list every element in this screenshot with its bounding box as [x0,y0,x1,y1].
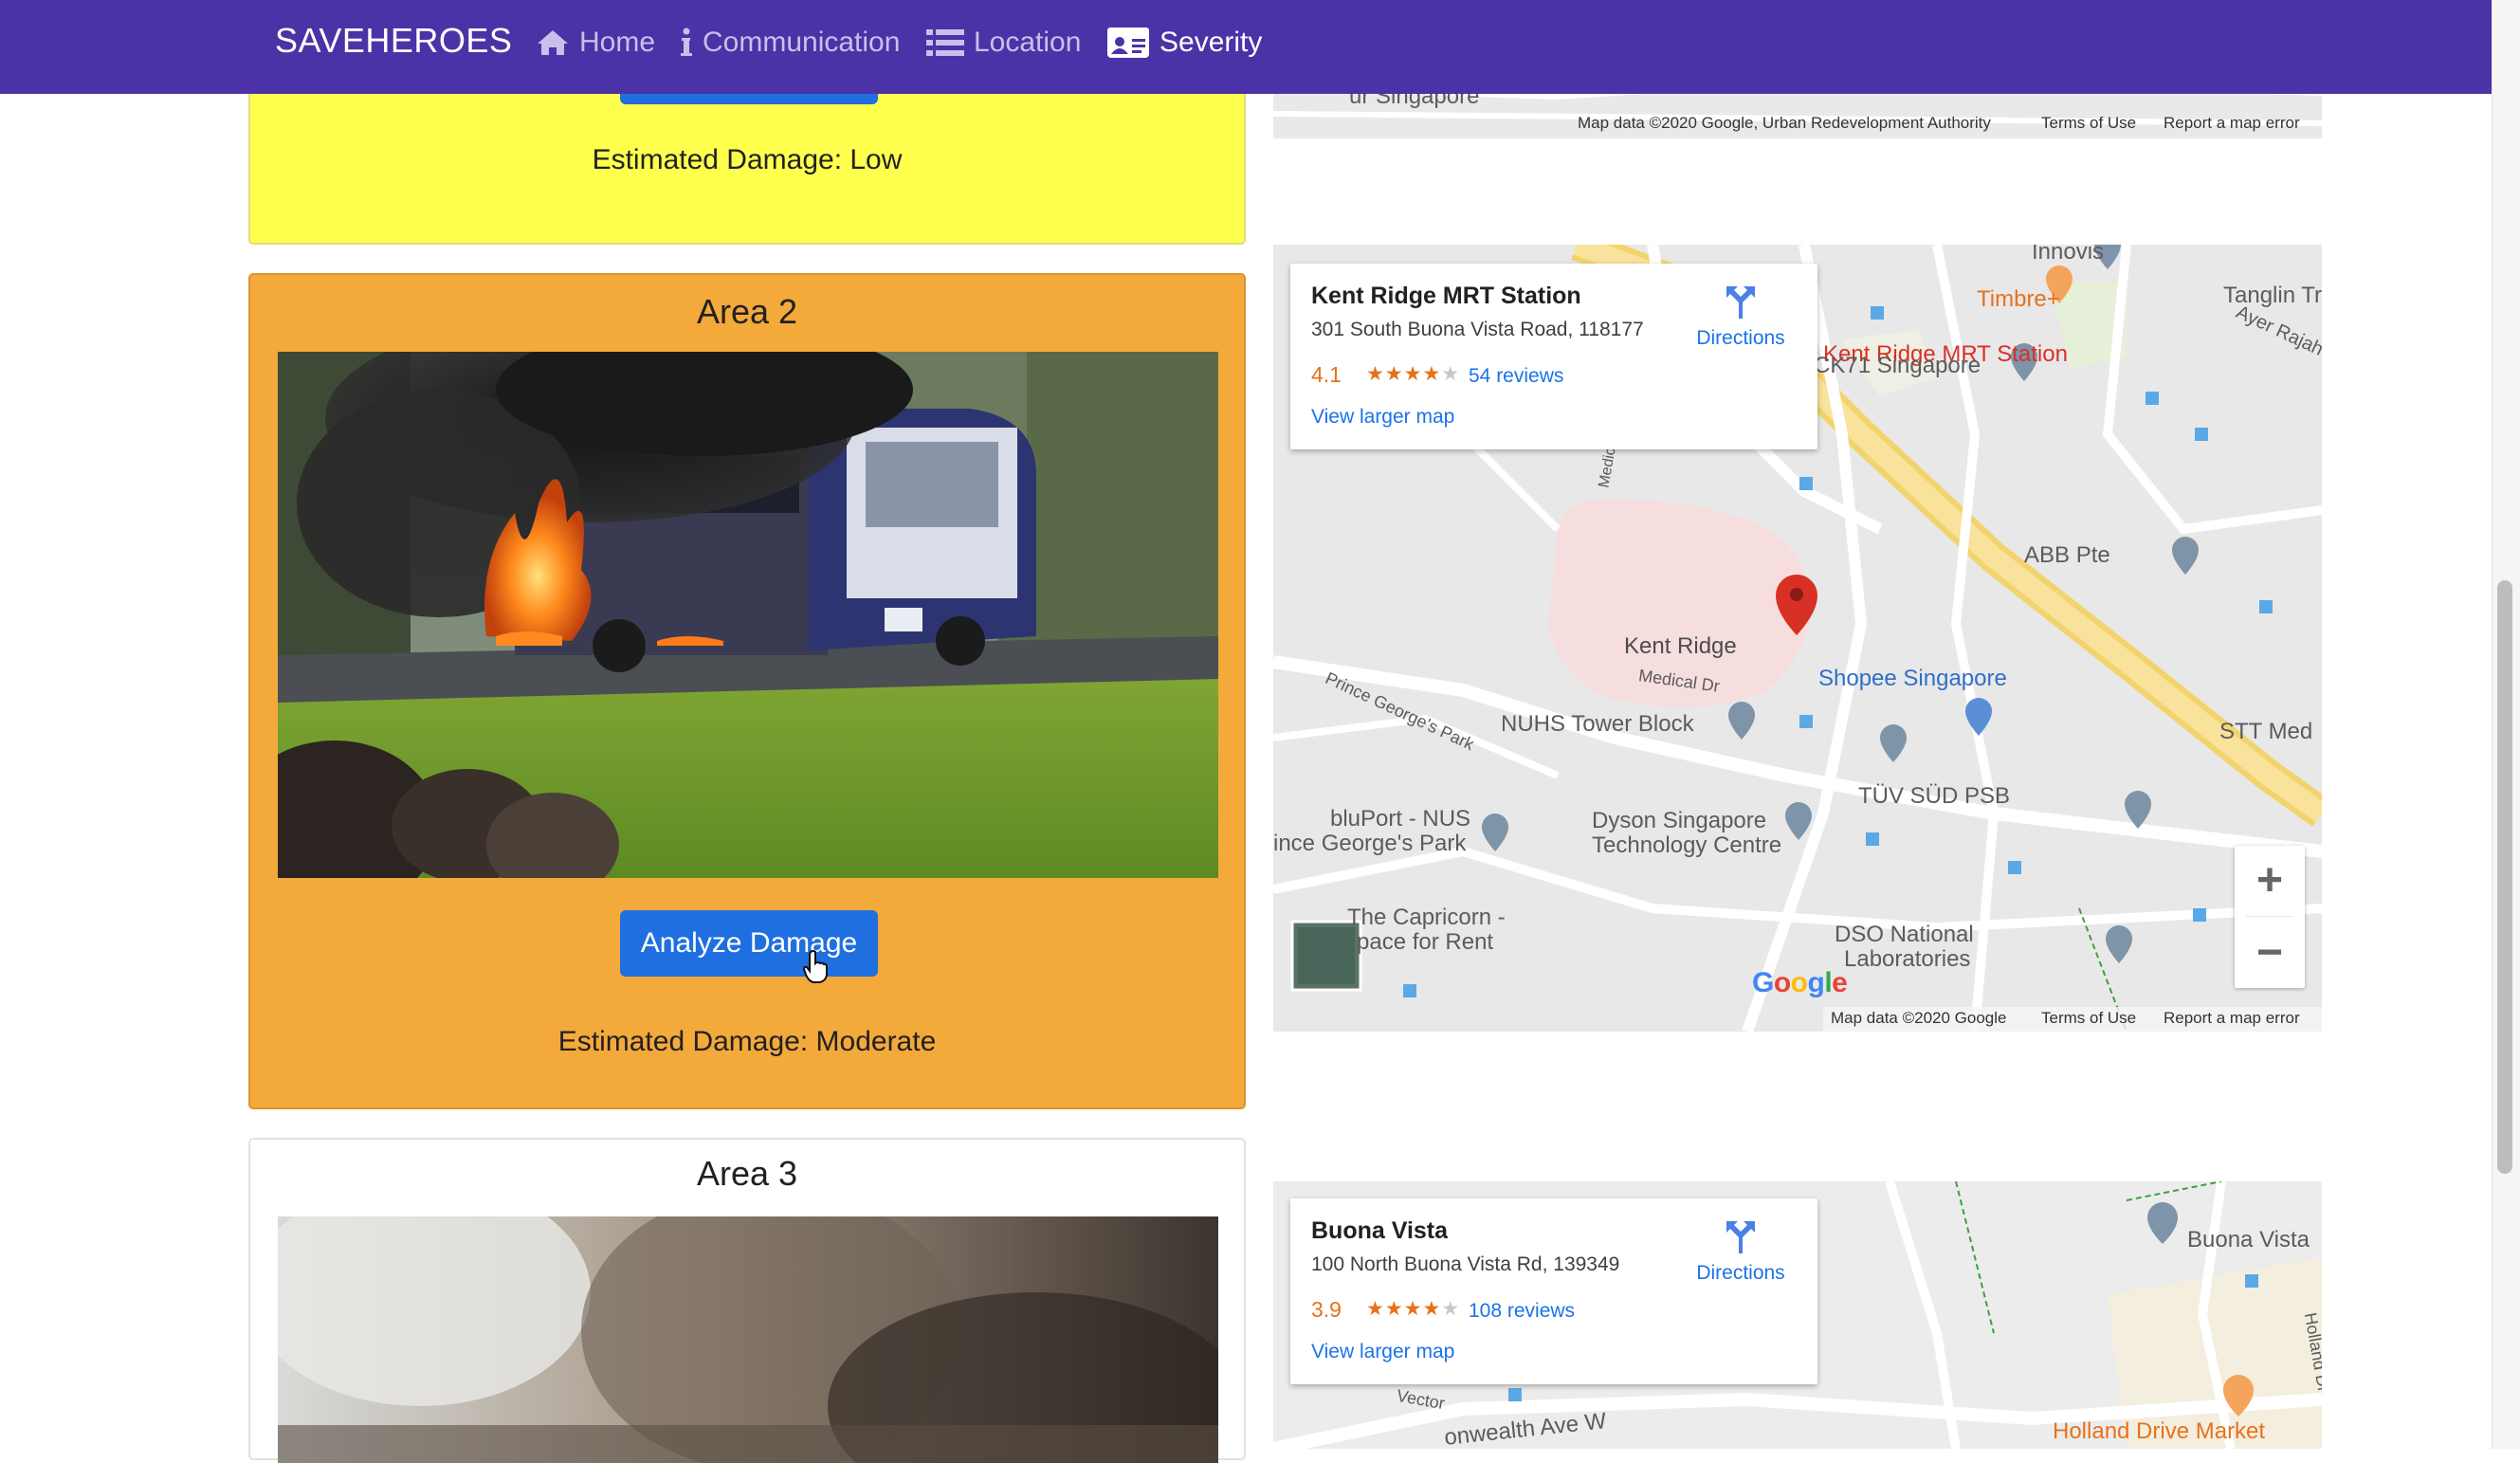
map-label-stt: STT Med [2219,719,2313,744]
nav-communication-label: Communication [703,27,901,58]
map-label-dso: DSO National [1835,922,1974,947]
area-2-card: Area 2 Analyze Damage Estimated Damage: … [248,273,1246,1109]
map-1-terms-link[interactable]: Terms of Use [2041,114,2136,133]
map-2-place-name: Kent Ridge MRT Station [1311,283,1581,309]
map-label-nuhs: NUHS Tower Block [1501,711,1694,737]
top-navbar: SAVEHEROES Home Communication Location S… [0,0,2492,94]
analyze-damage-button[interactable]: Analyze Damage [620,910,878,977]
map-label-kent-ridge: Kent Ridge [1624,633,1737,659]
map-2-reviews-link[interactable]: 54 reviews [1469,365,1563,388]
map-3-place-name: Buona Vista [1311,1217,1449,1244]
id-card-icon [1107,27,1149,58]
map-3-star-rating: ★★★★★ [1366,1298,1461,1320]
map-2-attribution: Map data ©2020 Google [1831,1009,2007,1027]
nav-location[interactable]: Location [926,27,1081,59]
map-2-star-rating: ★★★★★ [1366,363,1461,385]
map-3-directions-button[interactable]: Directions [1689,1217,1793,1285]
map-label-capricorn: The Capricorn - [1347,905,1506,930]
map-2-place-address: 301 South Buona Vista Road, 118177 [1311,319,1644,340]
list-icon [926,29,964,56]
hand-pointer-cursor-icon [802,950,828,983]
map-label-dyson-2: Technology Centre [1592,832,1782,858]
map-3-rating: 3.9 [1311,1297,1342,1322]
map-2-info-box: Kent Ridge MRT Station 301 South Buona V… [1290,264,1817,449]
map-2-rating: 4.1 [1311,362,1342,387]
area-3-map[interactable]: Buona Vista Holland Drive Market onwealt… [1273,1181,2322,1449]
home-icon [538,30,568,55]
area-3-photo [278,1216,1218,1463]
nav-home[interactable]: Home [536,27,655,59]
area-2-damage-text: Estimated Damage: Moderate [557,1026,937,1057]
map-label-capricorn-2: pace for Rent [1357,929,1494,955]
nav-location-label: Location [974,27,1082,58]
google-logo: Google [1752,967,1848,998]
info-icon [681,27,692,56]
smoke-image [278,1216,1218,1463]
zoom-controls: + − [2235,846,2305,988]
nav-severity-label: Severity [1160,27,1263,58]
area-3-card: Area 3 [248,1138,1246,1463]
map-label-tanglin: Tanglin Tru [2223,283,2322,308]
map-2-directions-button[interactable]: Directions [1689,283,1793,350]
area-3-title: Area 3 [696,1154,798,1193]
map-label-ck71: CK71 Singapore [1814,353,1981,378]
map-label-shopee: Shopee Singapore [1818,666,2007,691]
nav-severity[interactable]: Severity [1106,27,1262,59]
page-scrollbar-thumb[interactable] [2497,580,2512,1174]
map-3-view-larger-link[interactable]: View larger map [1311,1341,1454,1363]
zoom-divider [2246,916,2293,917]
directions-icon [1726,286,1755,319]
zoom-out-button[interactable]: − [2235,918,2305,988]
map-3-reviews-link[interactable]: 108 reviews [1469,1300,1575,1323]
area-1-damage-text: Estimated Damage: Low [592,144,903,175]
zoom-in-button[interactable]: + [2235,846,2305,916]
map-label-dyson: Dyson Singapore [1592,808,1767,833]
map-2-view-larger-link[interactable]: View larger map [1311,406,1454,429]
map-label-dso-2: Laboratories [1844,946,1971,972]
map-label-bluport: bluPort - NUS [1330,806,1471,832]
map-3-place-address: 100 North Buona Vista Rd, 139349 [1311,1253,1620,1275]
map-2-directions-label: Directions [1696,327,1785,349]
area-2-photo [278,352,1218,878]
burning-bus-image [278,352,1218,878]
map-label-buona-vista: Buona Vista [2187,1227,2310,1253]
map-1-attribution: Map data ©2020 Google, Urban Redevelopme… [1578,114,1991,132]
area-2-map[interactable]: Kent Ridge MRT Station Timbre+ Tanglin T… [1273,245,2322,1032]
map-1-report-link[interactable]: Report a map error [2164,114,2300,133]
map-label-timbre: Timbre+ [1977,286,2060,312]
map-3-info-box: Buona Vista 100 North Buona Vista Rd, 13… [1290,1198,1817,1384]
map-2-report-link[interactable]: Report a map error [2164,1009,2300,1028]
area-2-title: Area 2 [696,292,798,331]
map-label-holland-drive-market: Holland Drive Market [2053,1418,2266,1444]
map-label-abb: ABB Pte [2024,542,2110,568]
map-label-bluport-2: ince George's Park [1273,831,1467,856]
nav-communication[interactable]: Communication [680,27,900,59]
map-2-terms-link[interactable]: Terms of Use [2041,1009,2136,1028]
map-label-tuv: TÜV SÜD PSB [1858,783,2011,809]
map-3-directions-label: Directions [1696,1262,1785,1284]
directions-icon [1726,1221,1755,1253]
brand-logo[interactable]: SAVEHEROES [275,21,512,61]
map-label-innovis: Innovis [2032,245,2105,265]
nav-home-label: Home [579,27,656,58]
